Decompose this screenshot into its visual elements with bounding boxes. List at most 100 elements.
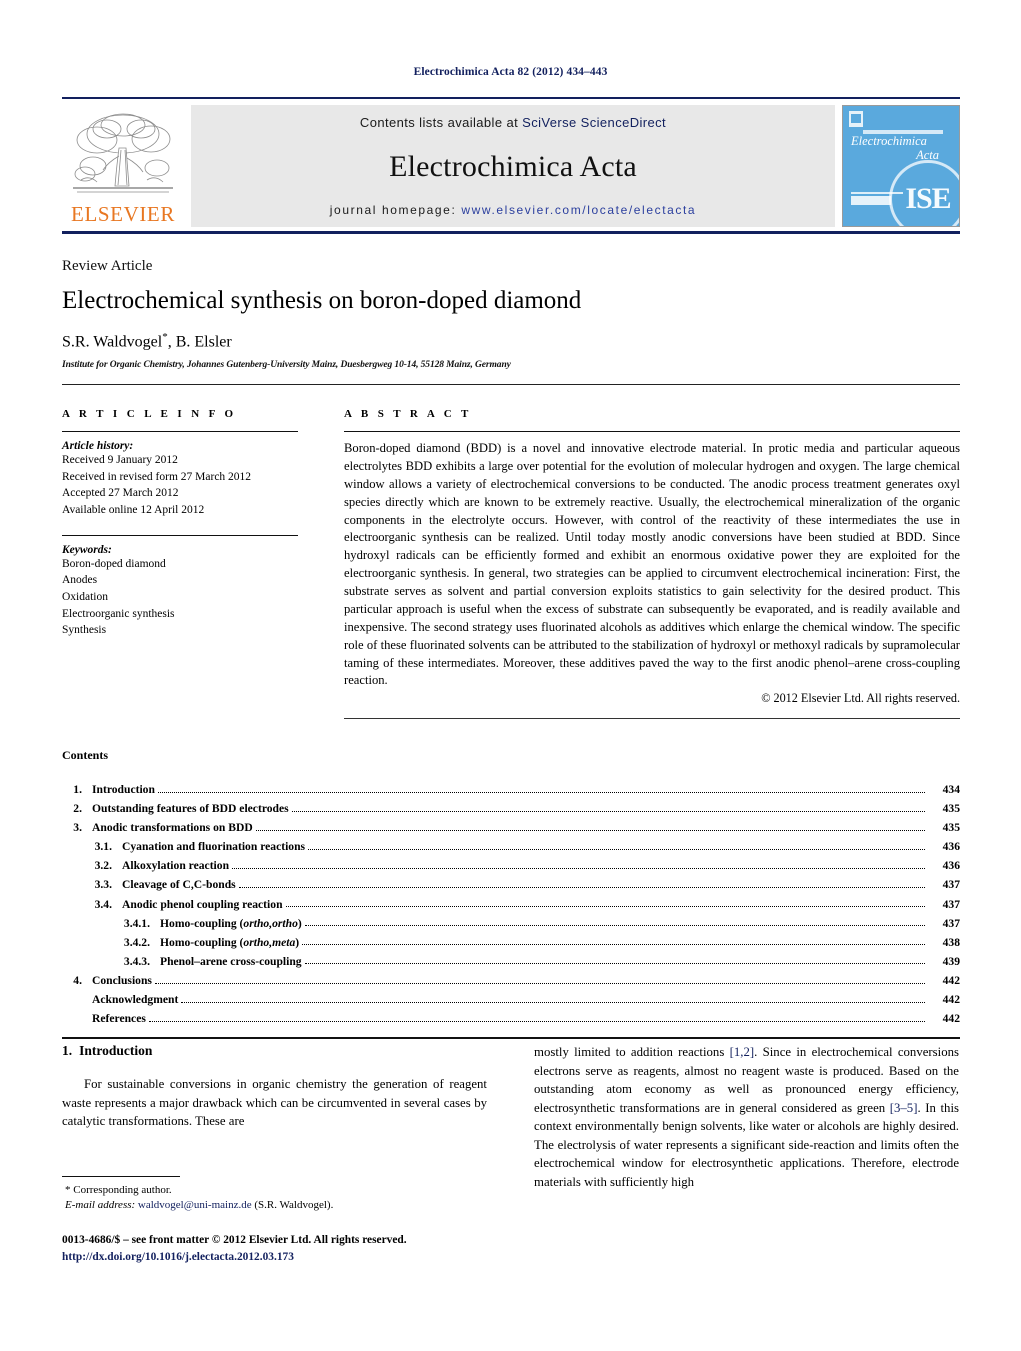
abstract-column: A B S T R A C T Boron-doped diamond (BDD…: [344, 408, 960, 720]
history-online: Available online 12 April 2012: [62, 504, 205, 517]
toc-entry-page: 435: [942, 821, 960, 835]
toc-entry-number: 3.4.: [94, 897, 112, 911]
author-primary: S.R. Waldvogel: [62, 332, 163, 350]
abstract-bottom-rule: [344, 718, 960, 720]
journal-masthead: ELSEVIER Contents lists available at Sci…: [62, 97, 960, 234]
running-head: Electrochimica Acta 82 (2012) 434–443: [413, 66, 608, 78]
journal-cover-thumbnail: Electrochimica Acta ISE: [842, 105, 960, 227]
keyword-item: Oxidation: [62, 591, 108, 604]
journal-homepage-line: journal homepage: www.elsevier.com/locat…: [330, 203, 696, 217]
toc-entry-number: 3.3.: [94, 878, 112, 892]
imprint-block: 0013-4686/$ – see front matter © 2012 El…: [62, 1232, 532, 1266]
toc-leader-dots: [232, 861, 925, 869]
toc-entry-page: 436: [942, 859, 960, 873]
doi-link[interactable]: http://dx.doi.org/10.1016/j.electacta.20…: [62, 1249, 532, 1266]
ise-logo-icon: ISE: [889, 160, 959, 226]
title-block: Review Article Electrochemical synthesis…: [62, 258, 960, 385]
contents-bottom-rule: [62, 1036, 960, 1039]
toc-entry-number: 3.4.1.: [123, 916, 150, 930]
abstract-heading: A B S T R A C T: [344, 408, 472, 420]
toc-leader-dots: [285, 899, 925, 908]
cover-title-line2: Acta: [916, 148, 939, 163]
toc-leader-dots: [157, 785, 925, 793]
toc-entry-label: Anodic phenol coupling reaction: [122, 897, 283, 911]
keyword-item: Synthesis: [62, 624, 107, 637]
contents-available-prefix: Contents lists available at: [359, 115, 523, 130]
toc-entry[interactable]: 3.3. Cleavage of C,C-bonds 437: [62, 879, 960, 891]
toc-entry[interactable]: 3.4.3. Phenol–arene cross-coupling 439: [62, 956, 960, 968]
email-owner: (S.R. Waldvogel).: [254, 1199, 334, 1212]
toc-entry-number: 1.: [73, 783, 82, 796]
toc-entry-label: Cyanation and fluorination reactions: [122, 840, 306, 854]
body-column-right: mostly limited to addition reactions [1,…: [534, 1043, 959, 1191]
elsevier-wordmark: ELSEVIER: [71, 202, 175, 226]
toc-entry-label: Phenol–arene cross-coupling: [160, 954, 302, 968]
elsevier-logo: ELSEVIER: [62, 105, 184, 227]
abstract-rule: [344, 431, 960, 432]
cover-badge: [851, 196, 891, 205]
article-info-heading: A R T I C L E I N F O: [62, 408, 237, 420]
homepage-prefix: journal homepage:: [329, 203, 462, 217]
masthead-top-rule: [62, 97, 960, 99]
toc-entry-number: 3.4.2.: [123, 935, 150, 949]
toc-entry[interactable]: 2. Outstanding features of BDD electrodes…: [62, 803, 960, 815]
keyword-item: Boron-doped diamond: [62, 557, 166, 570]
toc-entry-page: 436: [942, 840, 960, 854]
keyword-item: Anodes: [62, 574, 98, 587]
toc-entry-number: 3.: [73, 821, 82, 835]
email-link[interactable]: waldvogel@uni-mainz.de: [138, 1199, 252, 1211]
corresponding-author-note: * Corresponding author.: [65, 1184, 172, 1196]
page-title: Electrochemical synthesis on boron-doped…: [62, 287, 582, 314]
toc-entry-page: 437: [942, 878, 960, 892]
sciencedirect-link[interactable]: SciVerse ScienceDirect: [522, 115, 666, 130]
toc-entry[interactable]: References 442: [62, 1013, 960, 1025]
cover-title-line1: Electrochimica: [851, 134, 927, 148]
footnote-rule: [62, 1176, 180, 1177]
toc-entry[interactable]: 3. Anodic transformations on BDD 435: [62, 822, 960, 834]
email-note: E-mail address: waldvogel@uni-mainz.de (…: [62, 1198, 487, 1213]
history-accepted: Accepted 27 March 2012: [62, 487, 179, 500]
toc-leader-dots: [148, 1014, 925, 1022]
toc-entry-label: Acknowledgment: [92, 993, 179, 1007]
toc-entry-number: 2.: [73, 802, 82, 816]
toc-entry[interactable]: 1. Introduction 434: [62, 784, 960, 796]
history-received: Received 9 January 2012: [62, 454, 178, 466]
citation-ref-1[interactable]: [1,2]: [730, 1045, 755, 1059]
author-list: S.R. Waldvogel*, B. Elsler: [62, 331, 960, 351]
masthead-bottom-rule: [62, 231, 960, 234]
toc-entry-label: Homo-coupling (ortho,meta): [160, 935, 300, 949]
toc-entry-label: Cleavage of C,C-bonds: [122, 878, 236, 892]
toc-entry-page: 434: [942, 783, 960, 796]
toc-entry[interactable]: 4. Conclusions 442: [62, 975, 960, 987]
abstract-text: Boron-doped diamond (BDD) is a novel and…: [344, 441, 960, 688]
citation-ref-2[interactable]: [3–5]: [890, 1101, 918, 1115]
article-history-label: Article history:: [62, 440, 134, 452]
abstract-copyright: © 2012 Elsevier Ltd. All rights reserved…: [761, 691, 960, 706]
toc-entry-page: 435: [942, 802, 960, 816]
toc-entry-page: 442: [942, 993, 960, 1007]
toc-entry-label: References: [92, 1012, 146, 1026]
toc-leader-dots: [238, 880, 925, 889]
info-abstract-region: A R T I C L E I N F O Article history: R…: [62, 408, 960, 720]
history-revised: Received in revised form 27 March 2012: [62, 470, 252, 483]
toc-leader-dots: [308, 842, 925, 850]
toc-entry-label: Anodic transformations on BDD: [92, 821, 253, 835]
intro-paragraph-right: mostly limited to addition reactions [1,…: [534, 1043, 959, 1191]
masthead-center-band: Contents lists available at SciVerse Sci…: [191, 105, 835, 227]
article-type-label: Review Article: [62, 258, 153, 274]
toc-entry[interactable]: 3.4.1. Homo-coupling (ortho,ortho) 437: [62, 916, 960, 930]
toc-entry[interactable]: 3.1. Cyanation and fluorination reactions…: [62, 841, 960, 853]
toc-entry[interactable]: Acknowledgment 442: [62, 994, 960, 1006]
toc-leader-dots: [154, 976, 925, 984]
keywords-rule: [62, 534, 298, 536]
journal-homepage-link[interactable]: www.elsevier.com/locate/electacta: [461, 203, 696, 217]
toc-entry-page: 439: [942, 954, 960, 968]
title-bottom-rule: [62, 383, 960, 385]
author-rest: , B. Elsler: [167, 332, 232, 350]
cover-journal-title: Electrochimica Acta: [851, 134, 955, 163]
journal-title: Electrochimica Acta: [389, 149, 637, 183]
toc-entry[interactable]: 3.4.2. Homo-coupling (ortho,meta) 438: [62, 935, 960, 949]
contents-heading: Contents: [62, 748, 109, 762]
toc-entry[interactable]: 3.4. Anodic phenol coupling reaction 437: [62, 897, 960, 911]
toc-entry[interactable]: 3.2. Alkoxylation reaction 436: [62, 860, 960, 872]
